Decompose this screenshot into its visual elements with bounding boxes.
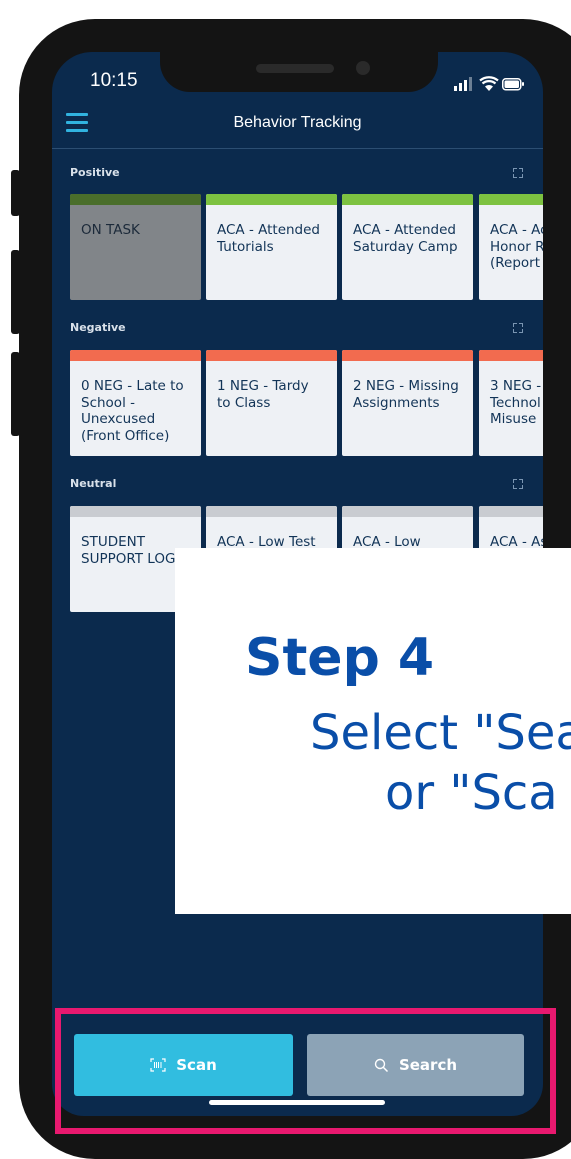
tile-label: ACA - Attended Tutorials [217,222,321,255]
instruction-step-title: Step 4 [245,628,435,688]
tile-color-stripe [70,194,201,205]
battery-icon [502,78,524,91]
tile-label: 2 NEG - Missing Assignments [353,378,459,411]
wifi-icon [479,76,499,91]
behavior-tile[interactable]: ACA - Attended Saturday Camp [342,194,473,300]
tile-color-stripe [70,506,201,517]
behavior-tile[interactable]: ACA - Attended Tutorials [206,194,337,300]
front-camera [356,61,370,75]
mute-switch [11,170,20,216]
behavior-tile[interactable]: 0 NEG - Late to School - Unexcused (Fron… [70,350,201,456]
expand-icon[interactable] [513,479,523,489]
tile-color-stripe [342,506,473,517]
tile-label: 0 NEG - Late to School - Unexcused (Fron… [81,378,184,444]
tile-color-stripe [70,350,201,361]
tile-color-stripe [342,194,473,205]
behavior-row-negative: 0 NEG - Late to School - Unexcused (Fron… [52,350,543,458]
header-divider [52,148,543,149]
expand-icon[interactable] [513,323,523,333]
status-time: 10:15 [90,70,138,91]
tile-label: ACA - Ac Honor R (Report [490,222,543,271]
tile-label: ON TASK [81,222,140,238]
highlight-box [55,1008,556,1134]
tile-color-stripe [479,194,543,205]
page-title: Behavior Tracking [233,114,362,131]
behavior-tile[interactable]: ACA - Ac Honor R (Report [479,194,543,300]
instruction-text-line-1: Select "Sea [310,705,571,761]
section-label-neutral: Neutral [70,477,117,490]
expand-icon[interactable] [513,168,523,178]
tile-color-stripe [342,350,473,361]
volume-down-button [11,352,20,436]
instruction-text-line-2: or "Sca [385,765,558,821]
behavior-tile[interactable]: ON TASK [70,194,201,300]
section-label-positive: Positive [70,166,120,179]
tile-label: 3 NEG - Technol Misuse [490,378,542,427]
tile-color-stripe [479,506,543,517]
behavior-row-positive: ON TASK ACA - Attended Tutorials ACA - A… [52,194,543,302]
status-icons [454,76,524,91]
behavior-tile[interactable]: 3 NEG - Technol Misuse [479,350,543,456]
behavior-tile[interactable]: 2 NEG - Missing Assignments [342,350,473,456]
signal-icon [454,77,472,91]
tile-label: ACA - Attended Saturday Camp [353,222,458,255]
tile-color-stripe [206,194,337,205]
volume-up-button [11,250,20,334]
tile-color-stripe [206,350,337,361]
section-label-negative: Negative [70,321,126,334]
tile-color-stripe [206,506,337,517]
tile-label: 1 NEG - Tardy to Class [217,378,309,411]
speaker [256,64,334,73]
behavior-tile[interactable]: 1 NEG - Tardy to Class [206,350,337,456]
tile-color-stripe [479,350,543,361]
